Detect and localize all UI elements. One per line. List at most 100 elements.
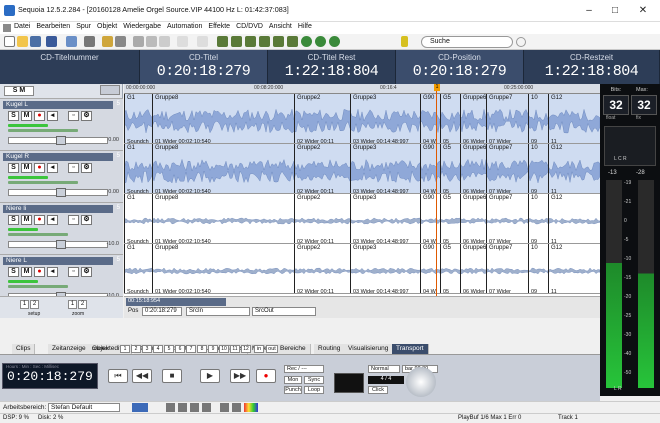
- track-name[interactable]: Kugel R: [3, 153, 113, 161]
- menu-hilfe[interactable]: Hilfe: [298, 23, 312, 30]
- audio-clip[interactable]: Gruppe8 01 Wider 00:02:10:540: [152, 194, 294, 243]
- marker-button[interactable]: 8: [197, 345, 207, 353]
- play-button[interactable]: ▶: [200, 369, 220, 383]
- audio-clip[interactable]: Gruppe3 03 Wider 00:14:48:997: [350, 244, 420, 293]
- audio-clip[interactable]: Gruppe2 02 Wider 00:11: [294, 194, 350, 243]
- close-button[interactable]: ✕: [632, 4, 654, 18]
- audio-clip[interactable]: G5 05: [440, 194, 460, 243]
- marker-button[interactable]: 4: [153, 345, 163, 353]
- track-lane[interactable]: G1 Soundch Gruppe8 01 Wider 00:02:10:540 Gru…: [124, 94, 600, 144]
- audio-clip[interactable]: G5 05: [440, 144, 460, 193]
- send-button[interactable]: ▫: [68, 163, 79, 173]
- marker-button[interactable]: 9: [208, 345, 218, 353]
- mute-button[interactable]: M: [21, 163, 32, 173]
- track-3-header[interactable]: Niere li 5 S M ● ◂ ▫ ⚙ -10.0: [0, 202, 123, 254]
- menu-objekt[interactable]: Objekt: [97, 23, 117, 30]
- record-button[interactable]: ●: [34, 215, 45, 225]
- audio-clip[interactable]: Gruppe3 03 Wider 00:14:48:997: [350, 94, 420, 143]
- audio-clip[interactable]: Gruppe2 02 Wider 00:11: [294, 144, 350, 193]
- speed-select[interactable]: Normal: [368, 365, 400, 373]
- zoom-4-icon[interactable]: [202, 403, 211, 412]
- rewind-button[interactable]: ⏮: [108, 369, 128, 383]
- marker-icon[interactable]: [401, 36, 408, 47]
- menu-spur[interactable]: Spur: [76, 23, 91, 30]
- marker-button[interactable]: 1: [120, 345, 130, 353]
- monitor-button[interactable]: ◂: [47, 215, 58, 225]
- tab-bereiche[interactable]: Bereiche: [276, 344, 311, 354]
- audio-clip[interactable]: Gruppe7 07 Wider: [486, 194, 528, 243]
- time-signature[interactable]: 4 / 4: [368, 376, 404, 384]
- menu-ansicht[interactable]: Ansicht: [269, 23, 292, 30]
- undo-icon[interactable]: [177, 36, 188, 47]
- tab-zeitanzeige[interactable]: Zeitanzeige: [48, 344, 91, 354]
- maximize-button[interactable]: □: [604, 4, 626, 18]
- settings-button[interactable]: ⚙: [81, 267, 92, 277]
- track-name[interactable]: Niere L: [3, 257, 113, 265]
- zoom-1-button[interactable]: 1: [68, 300, 77, 309]
- mute-button[interactable]: M: [21, 111, 32, 121]
- record-button[interactable]: ●: [34, 267, 45, 277]
- audio-clip[interactable]: G90 04 W: [420, 94, 440, 143]
- copy-icon[interactable]: [115, 36, 126, 47]
- track-1-header[interactable]: Kugel L 5 S M ● ◂ ▫ ⚙ 0.00: [0, 98, 123, 150]
- document-icon[interactable]: [3, 24, 11, 32]
- punch-toggle[interactable]: Punch: [284, 386, 302, 394]
- audio-clip[interactable]: 10 09: [528, 94, 548, 143]
- search-go-icon[interactable]: [516, 37, 526, 47]
- audio-clip[interactable]: G1 Soundch: [124, 94, 152, 143]
- audio-clip[interactable]: G5 05: [440, 244, 460, 293]
- audio-clip[interactable]: G12 11: [548, 94, 600, 143]
- audio-clip[interactable]: Gruppe8 01 Wider 00:02:10:540: [152, 244, 294, 293]
- monitor-button[interactable]: ◂: [47, 163, 58, 173]
- stop-button[interactable]: ■: [162, 369, 182, 383]
- audio-clip[interactable]: Gruppe2 02 Wider 00:11: [294, 244, 350, 293]
- settings-button[interactable]: ⚙: [81, 215, 92, 225]
- srcin-field[interactable]: SrcIn: [186, 307, 250, 316]
- marker-button[interactable]: 6: [175, 345, 185, 353]
- marker-flag[interactable]: 1: [434, 84, 440, 91]
- marker-button[interactable]: 10: [219, 345, 229, 353]
- playback-cursor[interactable]: [436, 84, 437, 296]
- click-toggle[interactable]: Click: [368, 386, 388, 394]
- audio-clip[interactable]: Gruppe7 07 Wider: [486, 244, 528, 293]
- tab-transport[interactable]: Transport: [392, 344, 429, 354]
- trim-icon[interactable]: [159, 36, 170, 47]
- audio-clip[interactable]: 10 09: [528, 144, 548, 193]
- workspace-icon[interactable]: [132, 403, 148, 412]
- sync-toggle[interactable]: Sync: [304, 376, 324, 384]
- record-button[interactable]: ●: [256, 369, 276, 383]
- tool-7-icon[interactable]: [301, 36, 312, 47]
- disk-dropdown-icon[interactable]: [46, 36, 57, 47]
- time-ruler[interactable]: 00:00:00:000 00:08:20:000 00:16:4 00:25:…: [124, 84, 600, 94]
- tab-visualisierung[interactable]: Visualisierung: [344, 344, 394, 354]
- record-mode-select[interactable]: Rec / ---: [284, 365, 324, 373]
- delete-icon[interactable]: [146, 36, 157, 47]
- marker-button[interactable]: 5: [164, 345, 174, 353]
- tool-1-icon[interactable]: [217, 36, 228, 47]
- monitor-toggle[interactable]: Mon: [284, 376, 302, 384]
- record-button[interactable]: ●: [34, 111, 45, 121]
- tool-4-icon[interactable]: [259, 36, 270, 47]
- track-lane[interactable]: G1 Soundch Gruppe8 01 Wider 00:02:10:540 Gru…: [124, 244, 600, 294]
- volume-knob[interactable]: [56, 240, 66, 249]
- audio-clip[interactable]: Gruppe7 07 Wider: [486, 144, 528, 193]
- cut-icon[interactable]: [102, 36, 113, 47]
- menu-wiedergabe[interactable]: Wiedergabe: [123, 23, 161, 30]
- srcout-field[interactable]: SrcOut: [252, 307, 316, 316]
- setup-2-button[interactable]: 2: [30, 300, 39, 309]
- send-button[interactable]: ▫: [68, 267, 79, 277]
- minimize-button[interactable]: –: [578, 4, 600, 18]
- solo-button[interactable]: S: [8, 215, 19, 225]
- marker-button[interactable]: 12: [241, 345, 251, 353]
- monitor-button[interactable]: ◂: [47, 111, 58, 121]
- track-lane[interactable]: G1 Soundch Gruppe8 01 Wider 00:02:10:540 Gru…: [124, 144, 600, 194]
- audio-clip[interactable]: G90 04 W: [420, 194, 440, 243]
- record-button[interactable]: ●: [34, 163, 45, 173]
- zoom-5-icon[interactable]: [220, 403, 229, 412]
- tool-5-icon[interactable]: [273, 36, 284, 47]
- tool-6-icon[interactable]: [287, 36, 298, 47]
- overview-time[interactable]: 00:15:18:954: [126, 298, 226, 306]
- audio-clip[interactable]: Gruppe3 03 Wider 00:14:48:997: [350, 144, 420, 193]
- audio-clip[interactable]: Gruppe8 01 Wider 00:02:10:540: [152, 94, 294, 143]
- tool-9-icon[interactable]: [329, 36, 340, 47]
